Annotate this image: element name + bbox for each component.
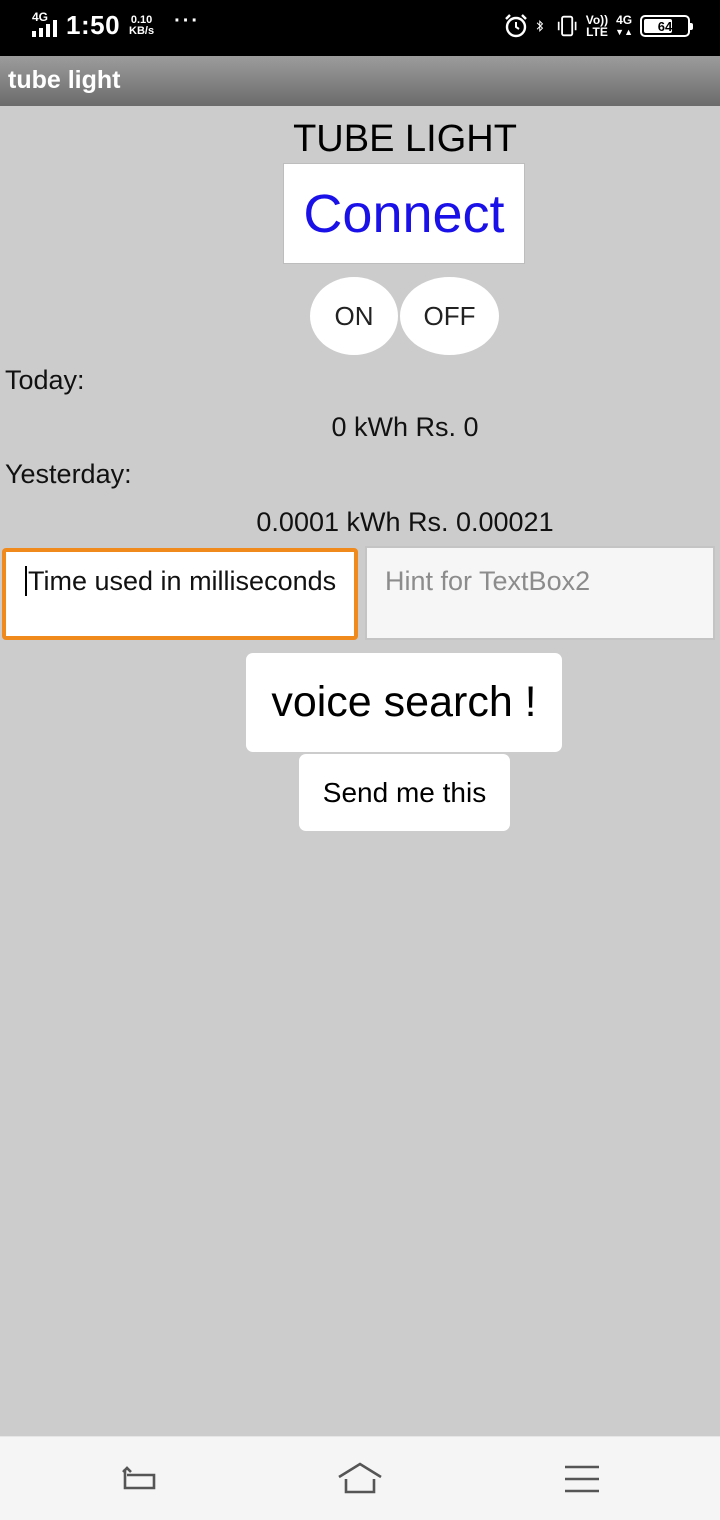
bluetooth-icon [536, 19, 543, 33]
battery-icon: 64 [640, 15, 693, 37]
vibrate-icon [557, 15, 577, 37]
volte-bottom: LTE [586, 25, 608, 39]
app-title-bar: tube light [0, 56, 720, 106]
network-type: 4G [32, 9, 49, 24]
today-label: Today: [5, 365, 85, 395]
yesterday-label: Yesterday: [5, 459, 132, 489]
back-icon[interactable] [119, 1459, 159, 1499]
net2-label: 4G [616, 13, 633, 27]
data-arrows-icon: ▼▲ [615, 27, 633, 37]
signal-icon: 4G [30, 9, 60, 40]
window-title: tube light [8, 66, 121, 94]
on-button[interactable]: ON [310, 277, 398, 355]
send-me-this-button[interactable]: Send me this [299, 754, 510, 831]
menu-icon[interactable] [562, 1459, 602, 1499]
yesterday-value: 0.0001 kWh Rs. 0.00021 [256, 507, 554, 537]
today-value: 0 kWh Rs. 0 [331, 412, 479, 442]
speed-unit: KB/s [129, 24, 155, 37]
home-icon[interactable] [337, 1459, 383, 1499]
page-title: TUBE LIGHT [293, 118, 517, 160]
off-button[interactable]: OFF [400, 277, 499, 355]
navigation-bar [0, 1436, 720, 1520]
voice-search-button[interactable]: voice search ! [246, 653, 562, 752]
speed-value: 0.10 [130, 13, 153, 26]
status-left: 4G 1:50 0.10 KB/s ··· [30, 10, 200, 41]
connect-button[interactable]: Connect [283, 163, 525, 264]
time-used-textbox[interactable]: Time used in milliseconds [2, 548, 358, 640]
clock: 1:50 [66, 10, 121, 40]
textbox2[interactable]: Hint for TextBox2 [365, 546, 715, 640]
network-4g-indicator: 4G ▼▲ [615, 14, 633, 38]
textbox2-placeholder: Hint for TextBox2 [385, 566, 591, 596]
more-notifications: ··· [174, 10, 201, 32]
alarm-icon [504, 14, 527, 38]
network-speed: 0.10 KB/s [129, 13, 155, 37]
time-used-value: Time used in milliseconds [28, 566, 337, 596]
status-right: Vo)) LTE 4G ▼▲ 64 [503, 12, 693, 40]
status-bar: 4G 1:50 0.10 KB/s ··· Vo)) LTE 4G ▼▲ 64 [0, 0, 720, 56]
battery-percent: 64 [657, 18, 673, 34]
volte-indicator: Vo)) LTE [586, 14, 608, 38]
text-cursor [25, 566, 27, 596]
